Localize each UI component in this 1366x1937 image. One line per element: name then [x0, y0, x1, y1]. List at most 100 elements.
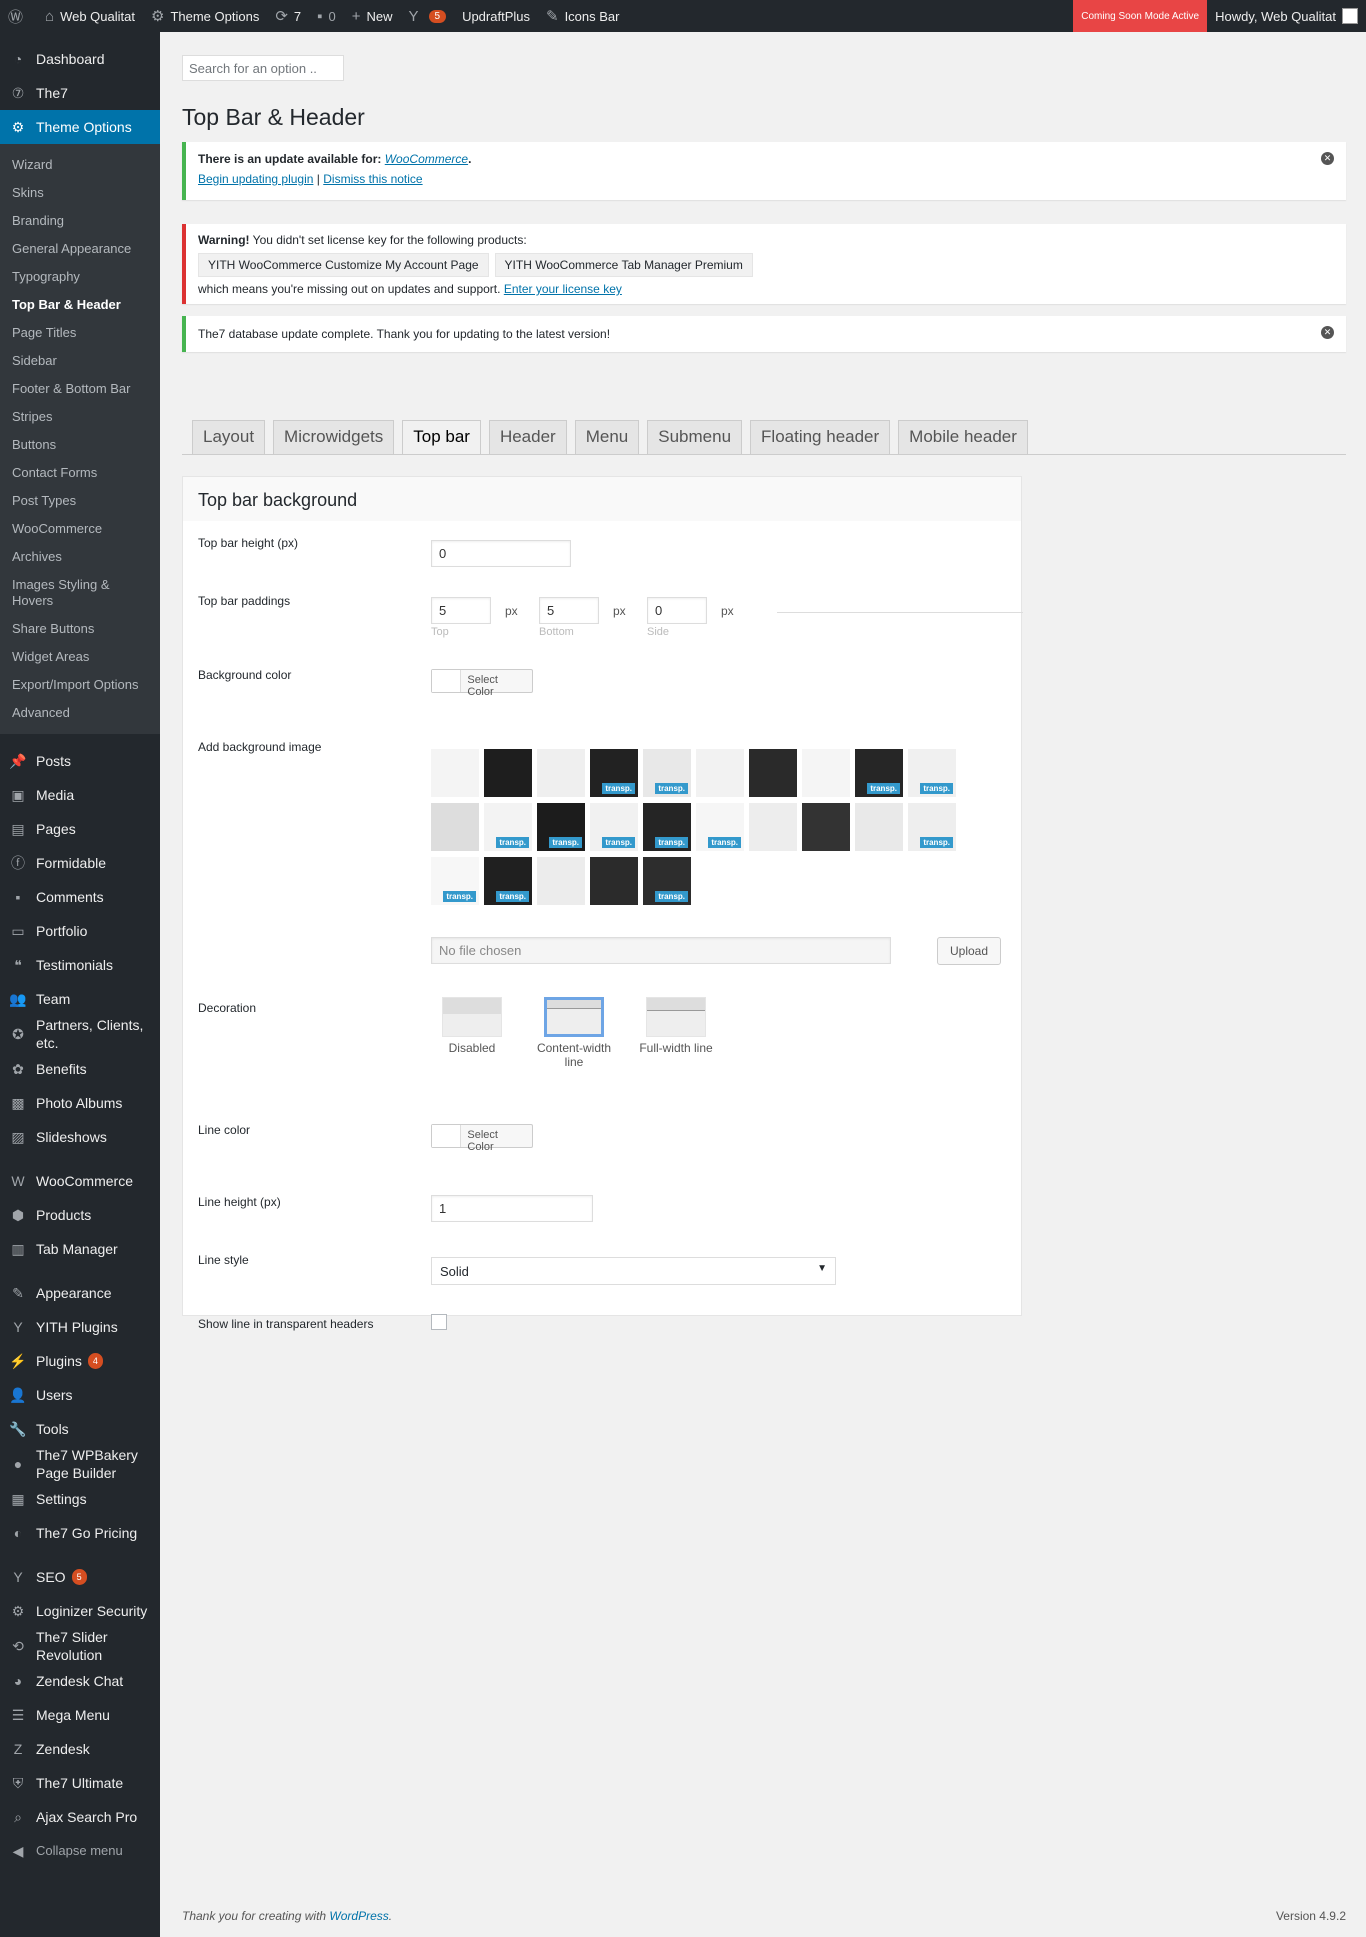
- submenu-item[interactable]: Share Buttons: [0, 615, 160, 643]
- menu-posts[interactable]: 📌 Posts: [0, 744, 160, 778]
- pattern-option[interactable]: [484, 749, 532, 797]
- comments-link[interactable]: ▪ 0: [309, 0, 344, 32]
- submenu-item[interactable]: Export/Import Options: [0, 671, 160, 699]
- menu-comments[interactable]: ▪ Comments: [0, 880, 160, 914]
- tab-header[interactable]: Header: [488, 420, 567, 454]
- menu-zendesk[interactable]: Z Zendesk: [0, 1732, 160, 1766]
- pattern-option[interactable]: [537, 749, 585, 797]
- submenu-item[interactable]: Advanced: [0, 699, 160, 727]
- tab-mobile-header[interactable]: Mobile header: [898, 420, 1028, 454]
- menu-woocommerce[interactable]: W WooCommerce: [0, 1164, 160, 1198]
- submenu-item[interactable]: Images Styling & Hovers: [0, 571, 160, 615]
- submenu-item[interactable]: Wizard: [0, 151, 160, 179]
- submenu-item[interactable]: Widget Areas: [0, 643, 160, 671]
- padding-top-input[interactable]: 5: [431, 597, 491, 624]
- submenu-item[interactable]: Archives: [0, 543, 160, 571]
- site-name-link[interactable]: ⌂ Web Qualitat: [37, 0, 143, 32]
- pattern-option[interactable]: [749, 749, 797, 797]
- updraftplus-link[interactable]: UpdraftPlus: [454, 0, 538, 32]
- wordpress-link[interactable]: WordPress: [329, 1909, 388, 1923]
- woocommerce-link[interactable]: WooCommerce: [385, 152, 468, 166]
- begin-update-link[interactable]: Begin updating plugin: [198, 172, 313, 186]
- menu-the7-wpbakery-page-builder[interactable]: ● The7 WPBakery Page Builder: [0, 1446, 160, 1482]
- menu-testimonials[interactable]: ❝ Testimonials: [0, 948, 160, 982]
- pattern-option[interactable]: transp.: [643, 857, 691, 905]
- pattern-option[interactable]: transp.: [643, 749, 691, 797]
- menu-appearance[interactable]: ✎ Appearance: [0, 1276, 160, 1310]
- menu-the7-slider-revolution[interactable]: ⟲ The7 Slider Revolution: [0, 1628, 160, 1664]
- pattern-option[interactable]: [802, 803, 850, 851]
- wp-logo-button[interactable]: Ⓦ: [0, 0, 37, 32]
- menu-theme-options[interactable]: ⚙ Theme Options: [0, 110, 160, 144]
- tab-floating-header[interactable]: Floating header: [750, 420, 891, 454]
- menu-mega-menu[interactable]: ☰ Mega Menu: [0, 1698, 160, 1732]
- collapse-menu-button[interactable]: ◀ Collapse menu: [0, 1834, 160, 1868]
- menu-plugins[interactable]: ⚡ Plugins 4: [0, 1344, 160, 1378]
- pattern-option[interactable]: transp.: [908, 803, 956, 851]
- pattern-option[interactable]: transp.: [484, 857, 532, 905]
- pattern-option[interactable]: transp.: [590, 749, 638, 797]
- line-color-picker[interactable]: Select Color: [431, 1124, 533, 1153]
- pattern-option[interactable]: [537, 857, 585, 905]
- menu-photo-albums[interactable]: ▩ Photo Albums: [0, 1086, 160, 1120]
- menu-portfolio[interactable]: ▭ Portfolio: [0, 914, 160, 948]
- menu-team[interactable]: 👥 Team: [0, 982, 160, 1016]
- tab-submenu[interactable]: Submenu: [647, 420, 743, 454]
- license-key-link[interactable]: Enter your license key: [504, 282, 622, 296]
- deco-disabled-option[interactable]: Disabled: [427, 997, 517, 1055]
- menu-tools[interactable]: 🔧 Tools: [0, 1412, 160, 1446]
- submenu-item[interactable]: Top Bar & Header: [0, 291, 160, 319]
- menu-yith-plugins[interactable]: Y YITH Plugins: [0, 1310, 160, 1344]
- show-line-checkbox[interactable]: [431, 1314, 447, 1330]
- pattern-option[interactable]: transp.: [643, 803, 691, 851]
- pattern-option[interactable]: [749, 803, 797, 851]
- my-account-link[interactable]: Howdy, Web Qualitat: [1207, 0, 1366, 32]
- new-content-link[interactable]: + New: [344, 0, 401, 32]
- menu-media[interactable]: ▣ Media: [0, 778, 160, 812]
- theme-options-link[interactable]: ⚙ Theme Options: [143, 0, 267, 32]
- coming-soon-badge[interactable]: Coming Soon Mode Active: [1073, 0, 1208, 32]
- submenu-item[interactable]: General Appearance: [0, 235, 160, 263]
- tab-layout[interactable]: Layout: [192, 420, 266, 454]
- menu-formidable[interactable]: ⓕ Formidable: [0, 846, 160, 880]
- dismiss-icon[interactable]: ✕: [1321, 326, 1334, 339]
- menu-settings[interactable]: ▦ Settings: [0, 1482, 160, 1516]
- icons-bar-link[interactable]: ✎ Icons Bar: [538, 0, 628, 32]
- upload-button[interactable]: Upload: [937, 937, 1002, 965]
- menu-partners-clients-etc[interactable]: ✪ Partners, Clients, etc.: [0, 1016, 160, 1052]
- submenu-item[interactable]: Branding: [0, 207, 160, 235]
- menu-seo[interactable]: Y SEO 5: [0, 1560, 160, 1594]
- submenu-item[interactable]: Skins: [0, 179, 160, 207]
- menu-slideshows[interactable]: ▨ Slideshows: [0, 1120, 160, 1154]
- dismiss-icon[interactable]: ✕: [1321, 152, 1334, 165]
- pattern-option[interactable]: [590, 857, 638, 905]
- menu-benefits[interactable]: ✿ Benefits: [0, 1052, 160, 1086]
- tab-microwidgets[interactable]: Microwidgets: [273, 420, 395, 454]
- menu-zendesk-chat[interactable]: ◕ Zendesk Chat: [0, 1664, 160, 1698]
- pattern-option[interactable]: transp.: [537, 803, 585, 851]
- pattern-option[interactable]: transp.: [696, 803, 744, 851]
- tab-top-bar[interactable]: Top bar: [402, 420, 481, 455]
- submenu-item[interactable]: Typography: [0, 263, 160, 291]
- pattern-option[interactable]: [431, 749, 479, 797]
- deco-full-width-option[interactable]: Full-width line: [631, 997, 721, 1055]
- menu-the7[interactable]: ⑦ The7: [0, 76, 160, 110]
- pattern-option[interactable]: transp.: [855, 749, 903, 797]
- pattern-option[interactable]: transp.: [431, 857, 479, 905]
- line-height-input[interactable]: 1: [431, 1195, 593, 1222]
- dismiss-notice-link[interactable]: Dismiss this notice: [323, 172, 422, 186]
- menu-users[interactable]: 👤 Users: [0, 1378, 160, 1412]
- deco-content-width-option[interactable]: Content-width line: [529, 997, 619, 1069]
- padding-side-input[interactable]: 0: [647, 597, 707, 624]
- submenu-item[interactable]: Sidebar: [0, 347, 160, 375]
- updates-link[interactable]: ⟳ 7: [267, 0, 309, 32]
- background-color-picker[interactable]: Select Color: [431, 669, 533, 698]
- menu-ajax-search-pro[interactable]: ⌕ Ajax Search Pro: [0, 1800, 160, 1834]
- menu-loginizer-security[interactable]: ⚙ Loginizer Security: [0, 1594, 160, 1628]
- menu-pages[interactable]: ▤ Pages: [0, 812, 160, 846]
- pattern-option[interactable]: transp.: [590, 803, 638, 851]
- submenu-item[interactable]: Footer & Bottom Bar: [0, 375, 160, 403]
- menu-dashboard[interactable]: ◔ Dashboard: [0, 42, 160, 76]
- padding-bottom-input[interactable]: 5: [539, 597, 599, 624]
- menu-the7-go-pricing[interactable]: ◐ The7 Go Pricing: [0, 1516, 160, 1550]
